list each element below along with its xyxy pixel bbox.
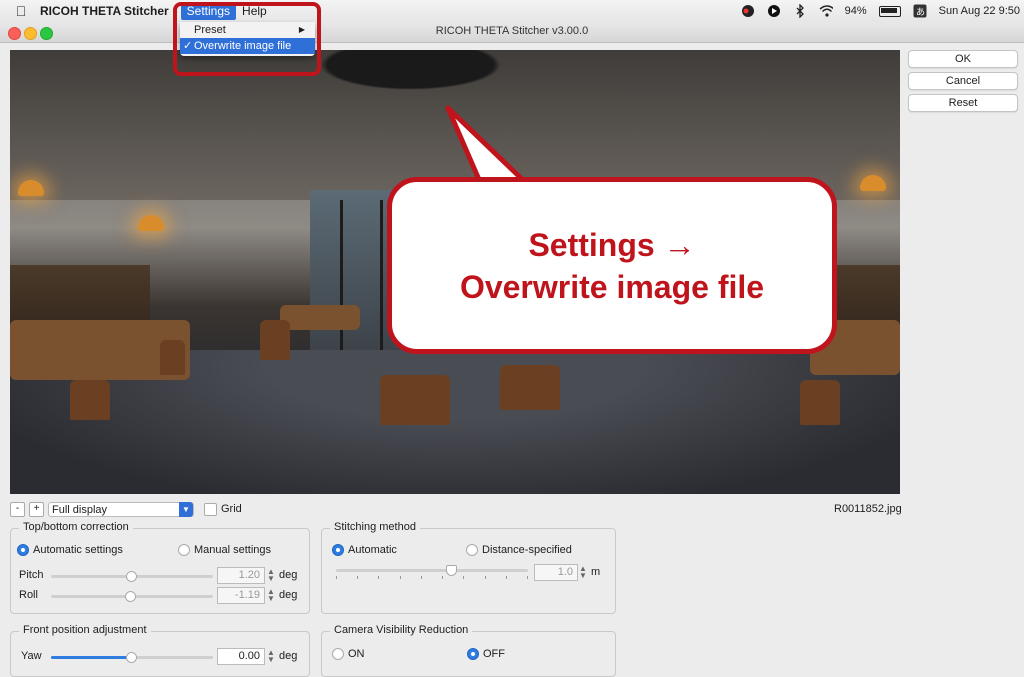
svg-text:あ: あ [916,7,925,18]
group-title: Front position adjustment [19,624,151,636]
display-mode-select[interactable]: Full display ▼ [48,501,194,517]
annotation-highlight-box [173,2,321,76]
window-titlebar: RICOH THETA Stitcher v3.00.0 [0,22,1024,43]
yaw-input[interactable]: 0.00 [217,648,265,665]
wifi-icon[interactable] [819,4,833,18]
distance-specified-radio[interactable]: Distance-specified [466,544,572,556]
stitching-method-group: Stitching method Automatic Distance-spec… [321,521,616,614]
slider-knob[interactable] [126,652,137,663]
clock[interactable]: Sun Aug 22 9:50 [939,5,1020,17]
grid-label: Grid [221,503,242,515]
cancel-button[interactable]: Cancel [908,72,1018,90]
menubar:  RICOH THETA Stitcher Settings Help 94%… [0,0,1024,23]
pitch-label: Pitch [19,569,44,581]
group-title: Top/bottom correction [19,521,133,533]
radio-selected-icon [332,544,344,556]
app-name-menu[interactable]: RICOH THETA Stitcher [40,4,169,18]
distance-input[interactable]: 1.0 [534,564,578,581]
chair [70,380,110,420]
front-position-group: Front position adjustment Yaw 0.00 ▲ ▼ de… [10,624,310,677]
roll-stepper-icon[interactable]: ▲ ▼ [267,588,275,603]
pitch-unit: deg [279,569,298,581]
zoom-out-button[interactable]: - [10,501,25,517]
radio-unselected-icon [466,544,478,556]
table [280,305,360,330]
chevron-down-icon: ▼ [179,501,193,517]
roll-input[interactable]: -1.19 [217,587,265,604]
ok-button[interactable]: OK [908,50,1018,68]
pitch-slider[interactable] [51,571,213,582]
group-title: Camera Visibility Reduction [330,624,473,636]
battery-icon[interactable] [878,5,901,17]
apple-icon[interactable]:  [6,3,36,19]
slider-ticks [336,576,528,579]
zoom-in-button[interactable]: + [29,501,44,517]
automatic-settings-radio[interactable]: Automatic settings [17,544,123,556]
distance-stepper-icon[interactable]: ▲ ▼ [579,565,587,580]
radio-unselected-icon [178,544,190,556]
slider-knob[interactable] [126,571,137,582]
yaw-stepper-icon[interactable]: ▲ ▼ [267,649,275,664]
chair [500,365,560,410]
reset-button[interactable]: Reset [908,94,1018,112]
group-title: Stitching method [330,521,420,533]
top-bottom-correction-group: Top/bottom correction Automatic settings… [10,521,310,614]
window-mullion [340,200,343,360]
radio-selected-icon [467,648,479,660]
distance-slider[interactable] [336,565,528,576]
slider-fill [51,656,131,659]
window-title: RICOH THETA Stitcher v3.00.0 [435,25,589,37]
status-area: 94% あ Sun Aug 22 9:50 [741,0,1020,22]
radio-label: Manual settings [194,544,272,556]
chair [160,340,185,375]
camera-visibility-off-radio[interactable]: OFF [467,648,505,660]
pendant-lamp-icon [138,215,164,231]
roll-label: Roll [19,589,38,601]
pitch-input[interactable]: 1.20 [217,567,265,584]
radio-label: Automatic [348,544,397,556]
camera-visibility-group: Camera Visibility Reduction ON OFF [321,624,616,677]
battery-percent: 94% [844,5,867,17]
bluetooth-icon[interactable] [793,4,807,18]
radio-label: Automatic settings [33,544,123,556]
camera-visibility-on-radio[interactable]: ON [332,648,365,660]
radio-label: ON [348,648,365,660]
radio-label: Distance-specified [482,544,572,556]
preview-toolbar: - + Full display ▼ Grid [10,500,242,518]
window-mullion [380,200,383,360]
app-status-icon[interactable] [767,4,781,18]
radio-unselected-icon [332,648,344,660]
chair [800,380,840,425]
creative-cloud-icon[interactable] [741,4,755,18]
radio-selected-icon [17,544,29,556]
distance-unit: m [591,566,601,578]
display-mode-value: Full display [52,503,108,516]
radio-label: OFF [483,648,505,660]
yaw-slider[interactable] [51,652,213,663]
chair [380,375,450,425]
callout-line-1: Settings → [528,226,696,263]
roll-slider[interactable] [51,591,213,602]
grid-checkbox[interactable] [204,502,217,516]
callout-line-2: Overwrite image file [459,268,765,305]
automatic-radio[interactable]: Automatic [332,544,397,556]
input-method-icon[interactable]: あ [913,4,927,18]
yaw-label: Yaw [21,650,42,662]
manual-settings-radio[interactable]: Manual settings [178,544,271,556]
pitch-stepper-icon[interactable]: ▲ ▼ [267,568,275,583]
yaw-unit: deg [279,650,298,662]
slider-knob[interactable] [446,565,457,576]
slider-knob[interactable] [125,591,136,602]
chair [260,320,290,360]
annotation-callout: Settings → Overwrite image file [387,177,837,354]
filename-label: R0011852.jpg [834,503,902,515]
roll-unit: deg [279,589,298,601]
